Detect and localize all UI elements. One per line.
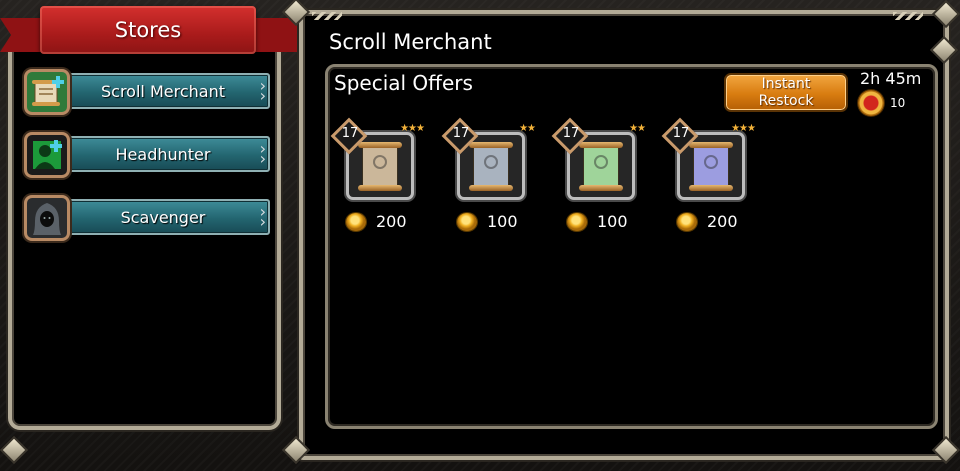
scroll-merchant-icon xyxy=(24,69,70,115)
stores-title: Stores xyxy=(114,18,182,42)
offer-item[interactable]: 17 ★★★ 200 xyxy=(661,117,757,240)
instant-restock-button[interactable]: Instant Restock xyxy=(724,73,848,112)
level-text: 17 xyxy=(341,126,359,141)
level-text: 17 xyxy=(562,126,580,141)
gem-icon xyxy=(858,90,884,116)
scavenger-icon xyxy=(24,195,70,241)
level-text: 17 xyxy=(672,126,690,141)
restock-cost: 10 xyxy=(890,96,906,110)
chevron-right-icon: › › xyxy=(259,139,266,168)
frame-ornament xyxy=(893,12,923,20)
chevron-right-icon: › › xyxy=(259,202,266,231)
store-title: Scroll Merchant xyxy=(329,30,492,54)
store-item-scavenger[interactable]: Scavenger › › xyxy=(22,193,272,243)
offer-price: 200 xyxy=(376,212,407,231)
offer-item[interactable]: 17 ★★★ 200 xyxy=(330,117,426,240)
frame-ornament xyxy=(312,12,342,20)
offer-price: 200 xyxy=(707,212,738,231)
chevron-right-icon: › › xyxy=(259,76,266,105)
offer-item[interactable]: 17 ★★ 100 xyxy=(441,117,537,240)
gold-coin-icon xyxy=(567,213,587,231)
restock-timer: 2h 45m xyxy=(860,69,922,88)
offer-price: 100 xyxy=(597,212,628,231)
headhunter-icon xyxy=(24,132,70,178)
level-text: 17 xyxy=(452,126,470,141)
store-button[interactable]: Headhunter › › xyxy=(56,136,270,172)
special-offers-title: Special Offers xyxy=(334,71,473,95)
store-item-headhunter[interactable]: Headhunter › › xyxy=(22,130,272,180)
offer-item[interactable]: 17 ★★ 100 xyxy=(551,117,647,240)
star-rating: ★★★ xyxy=(400,123,425,134)
star-rating: ★★ xyxy=(629,123,646,134)
store-label: Scavenger xyxy=(120,208,206,227)
instant-restock-label: Instant Restock xyxy=(758,76,814,109)
star-rating: ★★ xyxy=(519,123,536,134)
store-item-scroll-merchant[interactable]: Scroll Merchant › › xyxy=(22,67,272,117)
stores-ribbon: Stores xyxy=(40,6,256,54)
store-label: Headhunter xyxy=(115,145,211,164)
special-offers-panel xyxy=(325,64,938,429)
gold-coin-icon xyxy=(677,213,697,231)
gold-coin-icon xyxy=(346,213,366,231)
store-label: Scroll Merchant xyxy=(101,82,225,101)
offer-price: 100 xyxy=(487,212,518,231)
gold-coin-icon xyxy=(457,213,477,231)
store-button[interactable]: Scavenger › › xyxy=(56,199,270,235)
store-button[interactable]: Scroll Merchant › › xyxy=(56,73,270,109)
star-rating: ★★★ xyxy=(731,123,756,134)
